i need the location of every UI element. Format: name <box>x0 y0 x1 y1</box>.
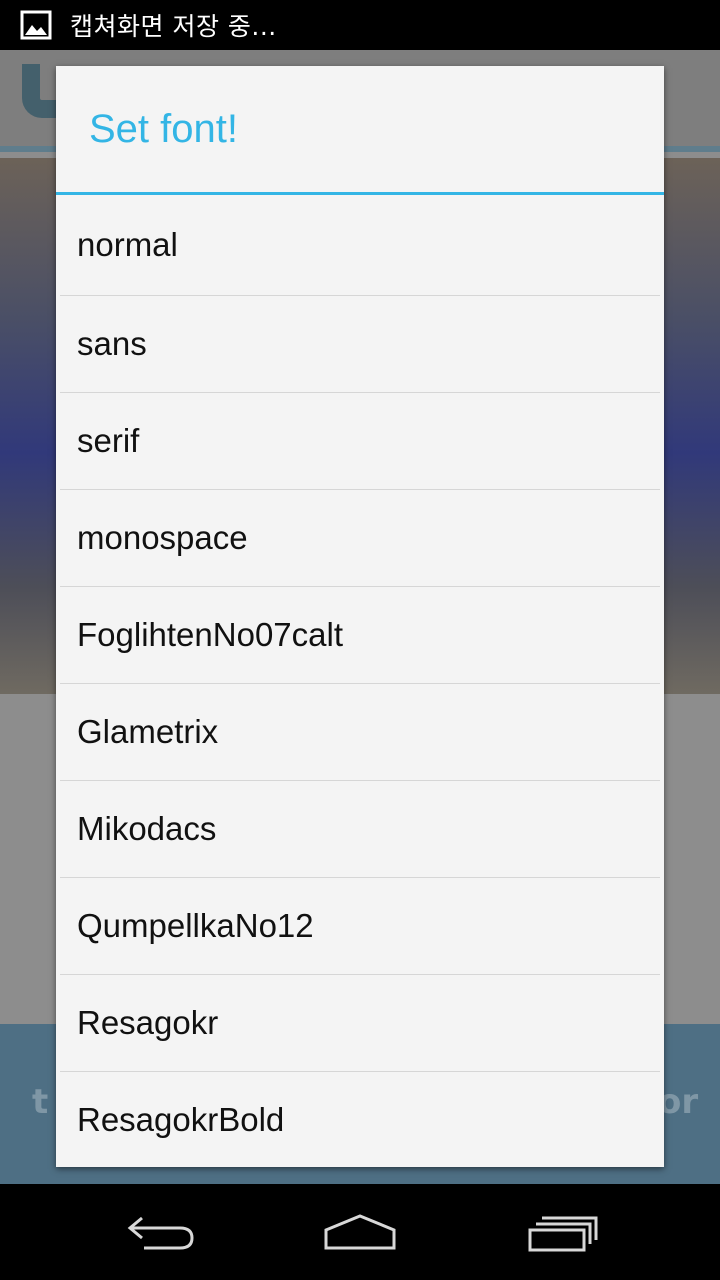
font-list[interactable]: normal sans serif monospace FoglihtenNo0… <box>56 195 664 1167</box>
font-option-sans[interactable]: sans <box>60 296 660 393</box>
font-option-resagokr-bold[interactable]: ResagokrBold <box>60 1072 660 1167</box>
image-icon <box>20 10 52 40</box>
set-font-dialog: Set font! normal sans serif monospace Fo… <box>56 66 664 1167</box>
font-option-foglihten[interactable]: FoglihtenNo07calt <box>60 587 660 684</box>
recent-apps-button[interactable] <box>522 1208 602 1258</box>
status-notification-text: 캡쳐화면 저장 중... <box>70 12 277 41</box>
status-bar: 캡쳐화면 저장 중... <box>0 0 720 50</box>
font-option-qumpellka[interactable]: QumpellkaNo12 <box>60 878 660 975</box>
navigation-bar <box>0 1184 720 1280</box>
font-option-serif[interactable]: serif <box>60 393 660 490</box>
banner-text-left: t <box>32 1082 49 1122</box>
recent-apps-icon <box>528 1216 598 1252</box>
home-button[interactable] <box>320 1208 400 1258</box>
font-option-resagokr[interactable]: Resagokr <box>60 975 660 1072</box>
font-option-glametrix[interactable]: Glametrix <box>60 684 660 781</box>
banner-text-right: or <box>658 1082 699 1122</box>
home-icon <box>324 1214 396 1250</box>
font-option-mikodacs[interactable]: Mikodacs <box>60 781 660 878</box>
font-option-normal[interactable]: normal <box>60 195 660 296</box>
back-icon <box>127 1216 194 1250</box>
dialog-title: Set font! <box>56 66 664 195</box>
font-option-monospace[interactable]: monospace <box>60 490 660 587</box>
back-button[interactable] <box>120 1208 200 1258</box>
